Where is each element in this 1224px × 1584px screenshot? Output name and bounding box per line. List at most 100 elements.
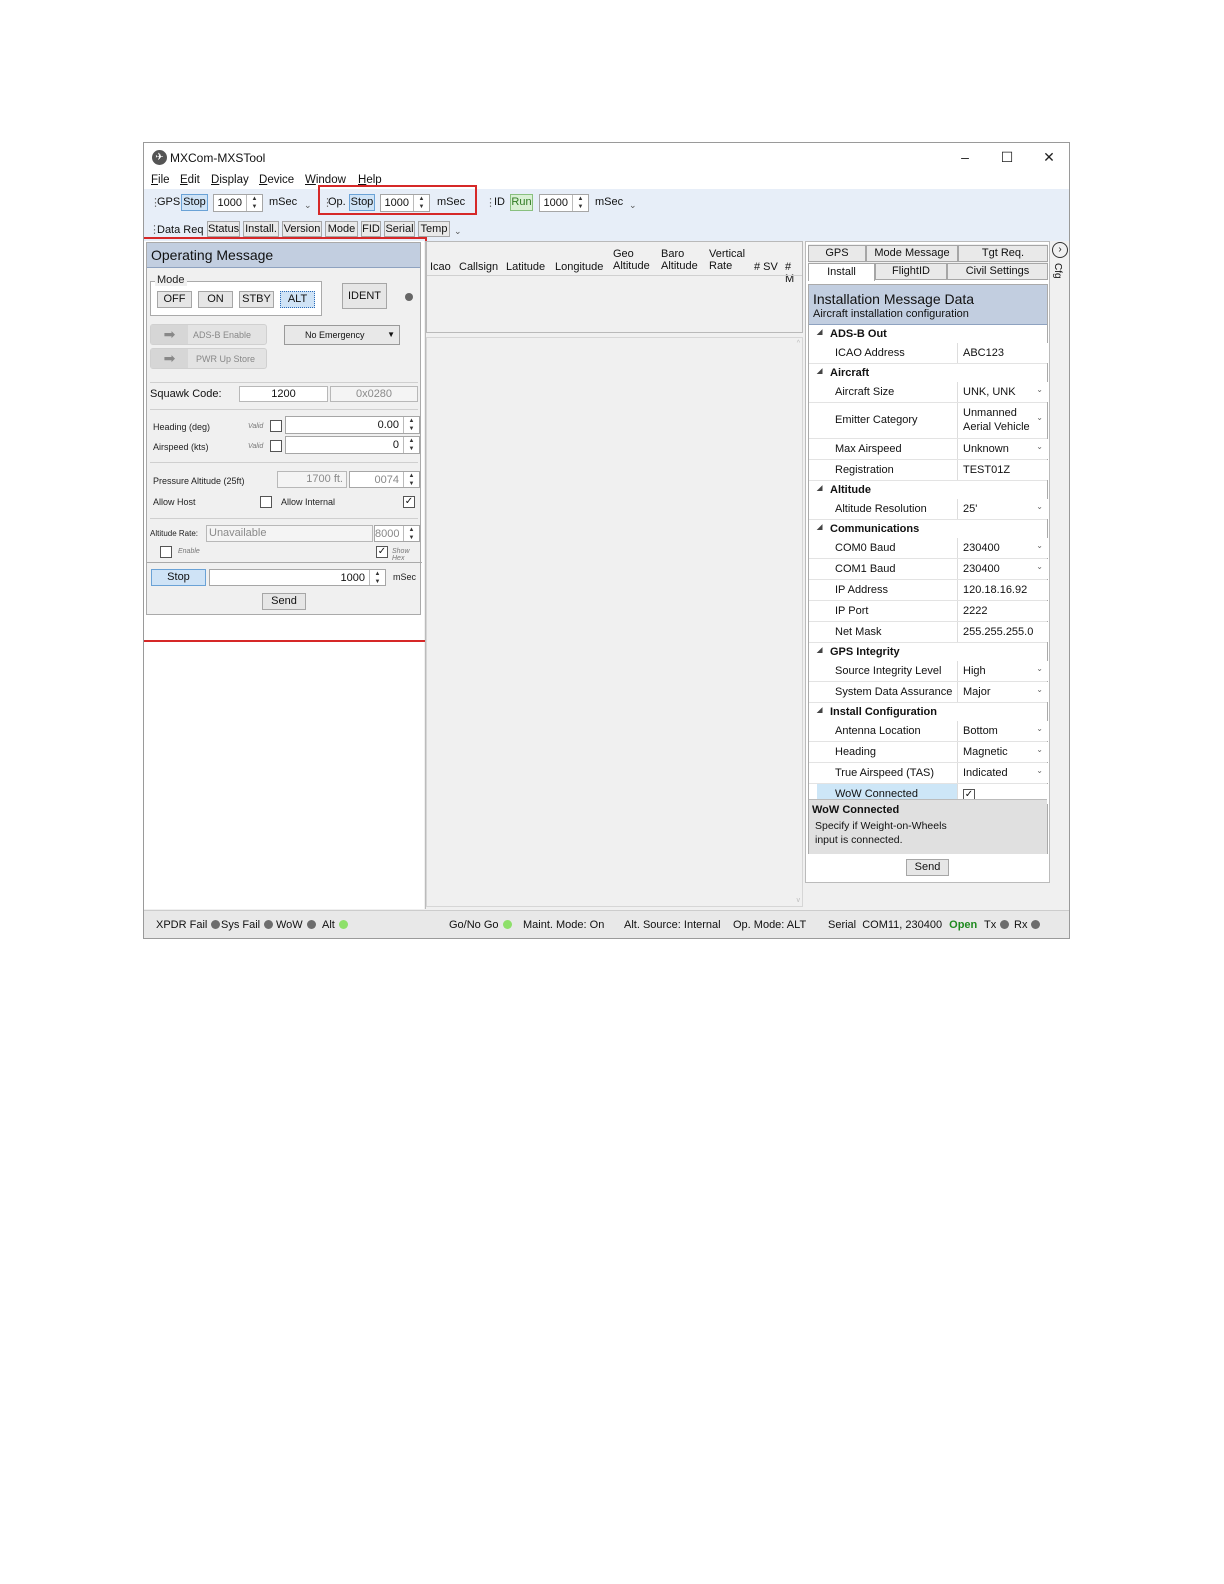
property-value[interactable]: Indicated bbox=[957, 763, 1049, 783]
property-value[interactable]: 230400 bbox=[957, 538, 1049, 558]
property-category[interactable]: ◢ Altitude bbox=[809, 481, 1047, 499]
id-interval-stepper[interactable]: 1000 ▲ ▼ bbox=[539, 194, 589, 212]
chevron-down-icon[interactable]: ⌄ bbox=[1036, 766, 1043, 775]
chevron-down-icon[interactable]: ⌄ bbox=[1036, 724, 1043, 733]
property-value[interactable]: 120.18.16.92 bbox=[957, 580, 1049, 600]
overflow-icon[interactable]: ⌄ bbox=[304, 200, 312, 211]
collapse-triangle-icon[interactable]: ◢ bbox=[817, 367, 822, 375]
datareq-version-button[interactable]: Version bbox=[282, 221, 322, 237]
property-value[interactable]: 230400 bbox=[957, 559, 1049, 579]
property-category[interactable]: ◢ Communications bbox=[809, 520, 1047, 538]
gps-interval-value: 1000 bbox=[217, 197, 242, 209]
close-icon[interactable]: ✕ bbox=[1034, 147, 1064, 167]
property-value[interactable]: UNK, UNK bbox=[957, 382, 1049, 402]
menu-edit[interactable]: Edit bbox=[180, 174, 200, 186]
property-row[interactable]: True Airspeed (TAS) Indicated ⌄ bbox=[809, 763, 1049, 784]
property-row[interactable]: IP Address 120.18.16.92 bbox=[809, 580, 1049, 601]
property-name: True Airspeed (TAS) bbox=[835, 767, 935, 779]
col-geo-altitude[interactable]: Geo Altitude bbox=[613, 248, 655, 272]
tab-gps[interactable]: GPS bbox=[808, 245, 866, 262]
install-send-button[interactable]: Send bbox=[906, 859, 949, 876]
property-value[interactable]: Bottom bbox=[957, 721, 1049, 741]
property-row[interactable]: Altitude Resolution 25' ⌄ bbox=[809, 499, 1049, 520]
datareq-mode-button[interactable]: Mode bbox=[325, 221, 358, 237]
tab-install[interactable]: Install bbox=[808, 263, 875, 281]
chevron-down-icon[interactable]: ⌄ bbox=[1036, 385, 1043, 394]
menu-file[interactable]: File bbox=[151, 174, 170, 186]
property-row[interactable]: IP Port 2222 bbox=[809, 601, 1049, 622]
property-value[interactable]: ABC123 bbox=[957, 343, 1049, 363]
col-latitude[interactable]: Latitude bbox=[506, 261, 545, 273]
collapse-arrow-icon[interactable]: › bbox=[1052, 242, 1068, 258]
chevron-down-icon[interactable]: ⌄ bbox=[1036, 413, 1043, 422]
datareq-fid-button[interactable]: FID bbox=[361, 221, 381, 237]
datareq-status-button[interactable]: Status bbox=[207, 221, 240, 237]
col-longitude[interactable]: Longitude bbox=[555, 261, 603, 273]
property-row[interactable]: Registration TEST01Z bbox=[809, 460, 1049, 481]
col-icao[interactable]: Icao bbox=[430, 261, 451, 273]
scroll-up-icon[interactable]: ^ bbox=[797, 340, 800, 347]
scroll-down-icon[interactable]: v bbox=[797, 897, 801, 904]
datareq-install-button[interactable]: Install. bbox=[243, 221, 279, 237]
tab-mode-message[interactable]: Mode Message bbox=[866, 245, 958, 262]
stepper-arrows-icon[interactable]: ▲ ▼ bbox=[246, 195, 262, 211]
property-row[interactable]: COM0 Baud 230400 ⌄ bbox=[809, 538, 1049, 559]
tab-tgt-req[interactable]: Tgt Req. bbox=[958, 245, 1048, 262]
cfg-side-tab[interactable]: Cfg bbox=[1052, 263, 1063, 279]
gps-interval-stepper[interactable]: 1000 ▲ ▼ bbox=[213, 194, 263, 212]
overflow-icon[interactable]: ⌄ bbox=[454, 226, 462, 237]
collapse-triangle-icon[interactable]: ◢ bbox=[817, 706, 822, 714]
chevron-down-icon[interactable]: ⌄ bbox=[1036, 562, 1043, 571]
property-row[interactable]: Aircraft Size UNK, UNK ⌄ bbox=[809, 382, 1049, 403]
property-value[interactable]: Unknown bbox=[957, 439, 1049, 459]
collapse-triangle-icon[interactable]: ◢ bbox=[817, 646, 822, 654]
gps-stop-button[interactable]: Stop bbox=[181, 194, 208, 211]
datareq-serial-button[interactable]: Serial bbox=[384, 221, 415, 237]
col-vertical-rate[interactable]: Vertical Rate bbox=[709, 248, 749, 272]
property-value[interactable]: Unmanned Aerial Vehicle bbox=[957, 403, 1041, 438]
col-sv[interactable]: # SV bbox=[754, 261, 778, 273]
collapse-triangle-icon[interactable]: ◢ bbox=[817, 328, 822, 336]
property-row[interactable]: Antenna Location Bottom ⌄ bbox=[809, 721, 1049, 742]
chevron-down-icon[interactable]: ⌄ bbox=[1036, 664, 1043, 673]
chevron-down-icon[interactable]: ⌄ bbox=[1036, 541, 1043, 550]
property-row[interactable]: Net Mask 255.255.255.0 bbox=[809, 622, 1049, 643]
property-value[interactable]: 25' bbox=[957, 499, 1049, 519]
menu-display[interactable]: Display bbox=[211, 174, 249, 186]
property-value[interactable]: Magnetic bbox=[957, 742, 1049, 762]
property-row[interactable]: ICAO Address ABC123 bbox=[809, 343, 1049, 364]
chevron-down-icon[interactable]: ⌄ bbox=[1036, 502, 1043, 511]
property-row[interactable]: Heading Magnetic ⌄ bbox=[809, 742, 1049, 763]
property-row[interactable]: Max Airspeed Unknown ⌄ bbox=[809, 439, 1049, 460]
stepper-arrows-icon[interactable]: ▲ ▼ bbox=[572, 195, 588, 211]
property-category[interactable]: ◢ Install Configuration bbox=[809, 703, 1047, 721]
property-category[interactable]: ◢ GPS Integrity bbox=[809, 643, 1047, 661]
menu-device[interactable]: Device bbox=[259, 174, 294, 186]
tab-civil-settings[interactable]: Civil Settings bbox=[947, 263, 1048, 280]
chevron-down-icon[interactable]: ⌄ bbox=[1036, 442, 1043, 451]
col-callsign[interactable]: Callsign bbox=[459, 261, 498, 273]
property-value[interactable]: 255.255.255.0 bbox=[957, 622, 1049, 642]
property-value[interactable]: High bbox=[957, 661, 1049, 681]
collapse-triangle-icon[interactable]: ◢ bbox=[817, 523, 822, 531]
collapse-triangle-icon[interactable]: ◢ bbox=[817, 484, 822, 492]
property-row[interactable]: Source Integrity Level High ⌄ bbox=[809, 661, 1049, 682]
maximize-icon[interactable]: ☐ bbox=[992, 147, 1022, 167]
chevron-down-icon[interactable]: ⌄ bbox=[1036, 745, 1043, 754]
property-row[interactable]: System Data Assurance Major ⌄ bbox=[809, 682, 1049, 703]
property-value[interactable]: 2222 bbox=[957, 601, 1049, 621]
property-row[interactable]: Emitter Category Unmanned Aerial Vehicle ⌄ bbox=[809, 403, 1047, 439]
id-run-button[interactable]: Run bbox=[510, 194, 533, 211]
property-row[interactable]: COM1 Baud 230400 ⌄ bbox=[809, 559, 1049, 580]
datareq-temp-button[interactable]: Temp bbox=[418, 221, 450, 237]
property-value[interactable]: Major bbox=[957, 682, 1049, 702]
col-baro-altitude[interactable]: Baro Altitude bbox=[661, 248, 703, 272]
col-m[interactable]: # M bbox=[785, 261, 802, 285]
overflow-icon[interactable]: ⌄ bbox=[629, 200, 637, 211]
minimize-icon[interactable]: – bbox=[950, 147, 980, 167]
property-value[interactable]: TEST01Z bbox=[957, 460, 1049, 480]
property-category[interactable]: ◢ ADS-B Out bbox=[809, 325, 1047, 343]
property-category[interactable]: ◢ Aircraft bbox=[809, 364, 1047, 382]
chevron-down-icon[interactable]: ⌄ bbox=[1036, 685, 1043, 694]
tab-flightid[interactable]: FlightID bbox=[875, 263, 947, 280]
